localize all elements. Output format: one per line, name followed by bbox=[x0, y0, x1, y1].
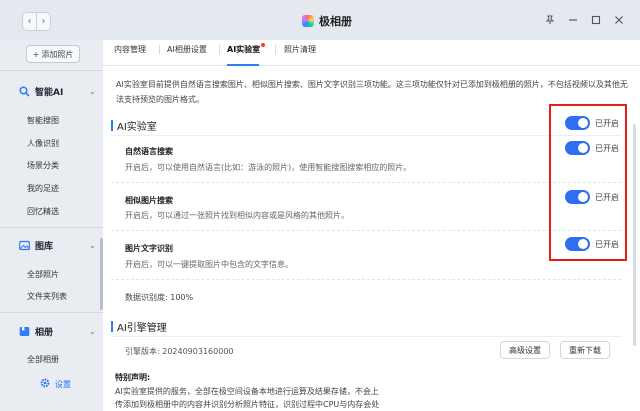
intro-text: AI实验室目前提供自然语言搜索图片、相似图片搜索、图片文字识别三项功能。这三项功… bbox=[116, 80, 628, 104]
album-icon bbox=[19, 326, 30, 337]
redownload-button[interactable]: 重新下载 bbox=[560, 341, 610, 359]
divider bbox=[111, 230, 621, 231]
feature-desc-similar-search: 开启后，可以通过一张照片找到相似内容或是风格的其他照片。 bbox=[125, 211, 349, 220]
chevron-down-icon: ⌄ bbox=[89, 241, 96, 250]
tab-bar: 内容管理 AI相册设置 AI实验室 照片清理 bbox=[103, 40, 640, 66]
gallery-icon bbox=[19, 240, 30, 251]
section-title: AI引擎管理 bbox=[117, 322, 167, 334]
divider bbox=[111, 279, 621, 280]
disclaimer-title: 特别声明: bbox=[115, 373, 151, 382]
disclaimer-text: AI实验室提供的服务，全部在极空间设备本地进行运算及结果存储，不会上传添加到极相… bbox=[115, 387, 380, 409]
sidebar-group-label: 智能AI bbox=[35, 88, 64, 98]
forward-icon[interactable]: › bbox=[36, 13, 50, 30]
sidebar-group-albums[interactable]: 相册 ⌄ bbox=[19, 325, 96, 338]
window-title: 极相册 bbox=[302, 13, 352, 29]
sidebar-divider bbox=[0, 70, 103, 71]
ai-icon bbox=[19, 86, 30, 97]
highlight-box bbox=[549, 104, 627, 261]
feature-desc-nl-search: 开启后，可以使用自然语言(比如：游泳的照片)，使用智能搜图搜索相应的照片。 bbox=[125, 163, 412, 172]
sidebar-group-ai[interactable]: 智能AI ⌄ bbox=[19, 85, 96, 98]
app-logo-icon bbox=[302, 15, 314, 27]
feature-title-ocr: 图片文字识别 bbox=[125, 244, 173, 253]
nav-arrows: ‹ › bbox=[22, 12, 51, 31]
close-icon[interactable] bbox=[613, 13, 625, 27]
settings-label: 设置 bbox=[55, 379, 71, 389]
add-photo-button[interactable]: + 添加照片 bbox=[26, 45, 80, 63]
settings-button[interactable]: 设置 bbox=[40, 378, 71, 390]
advanced-settings-button[interactable]: 高级设置 bbox=[500, 341, 550, 359]
sidebar-item-memories[interactable]: 回忆精选 bbox=[27, 206, 59, 217]
engine-version: 引擎版本: 20240903160000 bbox=[125, 347, 234, 356]
chevron-down-icon: ⌄ bbox=[89, 87, 96, 96]
feature-desc-ocr: 开启后，可以一键提取图片中包含的文字信息。 bbox=[125, 260, 293, 269]
tab-ai-album-settings[interactable]: AI相册设置 bbox=[167, 44, 207, 55]
tab-ai-lab[interactable]: AI实验室 bbox=[227, 44, 260, 55]
active-tab-indicator bbox=[227, 64, 259, 66]
sidebar-item-face[interactable]: 人像识别 bbox=[27, 138, 59, 149]
back-icon[interactable]: ‹ bbox=[23, 13, 36, 30]
sidebar-group-label: 图库 bbox=[35, 242, 54, 252]
divider bbox=[111, 182, 621, 183]
tab-photo-cleanup[interactable]: 照片清理 bbox=[284, 44, 316, 55]
tab-content-management[interactable]: 内容管理 bbox=[114, 44, 146, 55]
add-photo-label: 添加照片 bbox=[41, 49, 74, 59]
plus-icon: + bbox=[32, 49, 40, 59]
sidebar-item-all-photos[interactable]: 全部照片 bbox=[27, 269, 59, 280]
tab-separator bbox=[219, 45, 220, 54]
tab-separator bbox=[159, 45, 160, 54]
main-scrollbar[interactable] bbox=[633, 124, 636, 346]
sidebar-group-gallery[interactable]: 图库 ⌄ bbox=[19, 239, 96, 252]
pin-icon[interactable] bbox=[544, 13, 556, 27]
section-title: AI实验室 bbox=[117, 121, 157, 133]
title-bar: ‹ › 极相册 bbox=[0, 0, 640, 40]
divider bbox=[111, 336, 621, 337]
maximize-icon[interactable] bbox=[590, 13, 602, 27]
sidebar-group-label: 相册 bbox=[35, 328, 54, 338]
section-heading-ai-lab: AI实验室 bbox=[111, 116, 157, 134]
sidebar-item-footprint[interactable]: 我的足迹 bbox=[27, 183, 59, 194]
section-heading-engine: AI引擎管理 bbox=[111, 317, 167, 335]
sidebar: + 添加照片 智能AI ⌄ 智能搜图 人像识别 场景分类 我的足迹 回忆精选 图… bbox=[0, 40, 103, 411]
window-controls bbox=[544, 13, 625, 27]
gear-icon bbox=[40, 378, 50, 390]
new-badge-dot bbox=[261, 43, 265, 47]
sidebar-item-folders[interactable]: 文件夹列表 bbox=[27, 291, 67, 302]
sidebar-item-smart-search[interactable]: 智能搜图 bbox=[27, 115, 59, 126]
divider bbox=[111, 135, 621, 136]
chevron-down-icon: ⌄ bbox=[89, 327, 96, 336]
tab-separator bbox=[275, 45, 276, 54]
minimize-icon[interactable] bbox=[567, 13, 579, 27]
sidebar-item-scene[interactable]: 场景分类 bbox=[27, 160, 59, 171]
sidebar-item-all-albums[interactable]: 全部相册 bbox=[27, 354, 59, 365]
sidebar-divider bbox=[0, 227, 103, 228]
feature-title-similar-search: 相似图片搜索 bbox=[125, 196, 173, 205]
feature-title-nl-search: 自然语言搜索 bbox=[125, 147, 173, 156]
recognition-accuracy: 数据识别度: 100% bbox=[125, 293, 194, 302]
sidebar-divider bbox=[0, 312, 103, 313]
window-title-text: 极相册 bbox=[319, 15, 352, 28]
